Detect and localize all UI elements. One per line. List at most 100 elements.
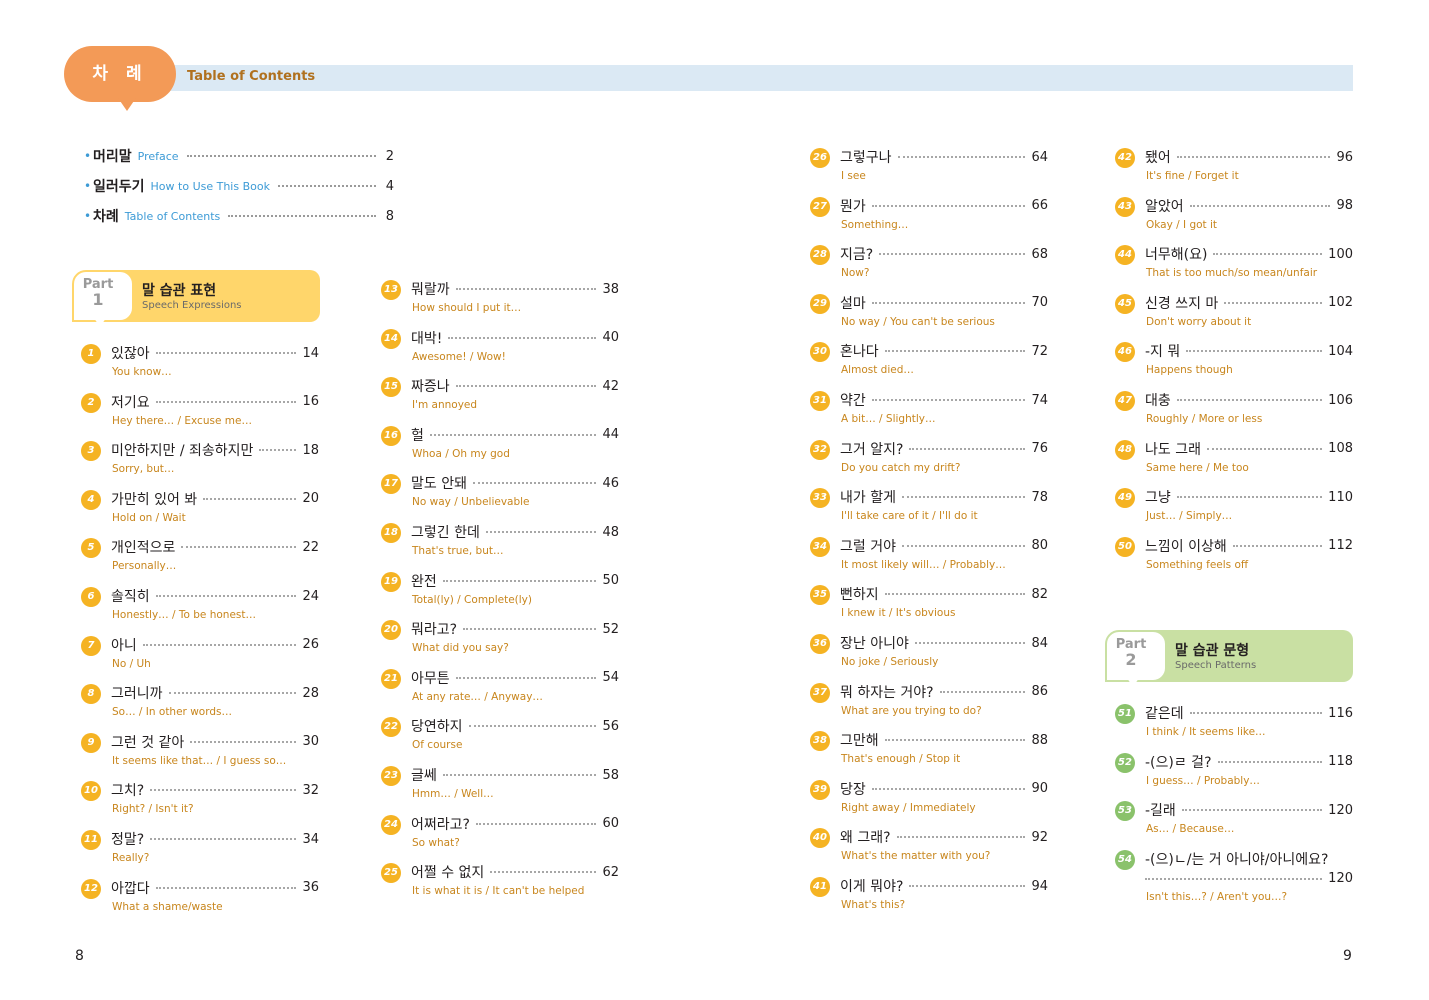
entry-korean: 그럴 거야 [840,538,896,555]
part2-tab-tail [1127,678,1139,687]
leader-dots [429,433,597,436]
entry-page: 54 [602,670,619,686]
entry-page: 56 [602,718,619,734]
toc-entry[interactable]: 2 저기요 16 Hey there… / Excuse me… [81,391,319,435]
toc-entry[interactable]: 47 대충 106 Roughly / More or less [1115,389,1353,433]
toc-entry[interactable]: 48 나도 그래 108 Same here / Me too [1115,438,1353,482]
part1-tab-tail [94,318,106,327]
entry-english: Something… [841,218,909,231]
toc-entry[interactable]: 1 있잖아 14 You know… [81,342,319,386]
entry-page: 48 [602,524,619,540]
toc-entry[interactable]: 29 설마 70 No way / You can't be serious [810,292,1048,336]
toc-entry[interactable]: 16 헐 44 Whoa / Oh my god [381,424,619,468]
toc-entry[interactable]: 39 당장 90 Right away / Immediately [810,778,1048,822]
toc-entry[interactable]: 23 글쎄 58 Hmm… / Well… [381,764,619,808]
entry-english: Of course [412,739,463,752]
entry-number-badge: 26 [810,148,830,168]
toc-entry[interactable]: 21 아무튼 54 At any rate… / Anyway… [381,667,619,711]
entry-number-badge: 5 [81,538,101,559]
entry-number-badge: 43 [1115,196,1135,217]
toc-entry[interactable]: 42 됐어 96 It's fine / Forget it [1115,146,1353,190]
toc-entry[interactable]: 4 가만히 있어 봐 20 Hold on / Wait [81,488,319,532]
toc-entry[interactable]: 15 짜증나 42 I'm annoyed [381,375,619,419]
toc-entry[interactable]: 37 뭐 하자는 거야? 86 What are you trying to do? [810,681,1048,725]
front-item-preface[interactable]: • 머리말 Preface 2 [84,146,394,166]
entry-page: 20 [302,491,319,507]
toc-entry[interactable]: 53 -길래 120 As… / Because… [1115,799,1353,843]
toc-entry[interactable]: 30 혼나다 72 Almost died… [810,340,1048,384]
entry-number-badge: 17 [381,474,401,495]
entry-page: 74 [1031,392,1048,408]
toc-entry[interactable]: 28 지금? 68 Now? [810,243,1048,287]
toc-entry[interactable]: 12 아깝다 36 What a shame/waste [81,877,319,921]
toc-entry[interactable]: 7 아니 26 No / Uh [81,634,319,678]
toc-entry[interactable]: 9 그런 것 같아 30 It seems like that… / I guess … [81,731,319,775]
entry-page: 58 [602,767,619,783]
front-item-toc[interactable]: • 차례 Table of Contents 8 [84,206,394,226]
toc-entry[interactable]: 32 그거 알지? 76 Do you catch my drift? [810,438,1048,482]
toc-entry[interactable]: 27 뭔가 66 Something… [810,195,1048,239]
entry-number-badge: 29 [810,293,830,314]
toc-entry[interactable]: 40 왜 그래? 92 What's the matter with you? [810,826,1048,870]
toc-entry[interactable]: 50 느낌이 이상해 112 Something feels off [1115,535,1353,579]
toc-entry[interactable]: 11 정말? 34 Really? [81,828,319,872]
toc-entry[interactable]: 19 완전 50 Total(ly) / Complete(ly) [381,570,619,614]
toc-entry[interactable]: 22 당연하지 56 Of course [381,715,619,759]
entry-page: 40 [602,330,619,346]
entry-english: Hmm… / Well… [412,788,494,800]
entry-number-badge: 42 [1115,148,1135,168]
leader-dots [871,301,1026,304]
toc-entry[interactable]: 6 솔직히 24 Honestly… / To be honest… [81,585,319,629]
toc-entry[interactable]: 24 어쩌라고? 60 So what? [381,813,619,857]
leader-dots [1232,544,1323,547]
entry-korean: 있잖아 [111,346,150,362]
toc-entry[interactable]: 5 개인적으로 22 Personally… [81,536,319,580]
leader-dots [939,690,1026,693]
toc-entry[interactable]: 38 그만해 88 That's enough / Stop it [810,729,1048,773]
toc-entry[interactable]: 36 장난 아니야 84 No joke / Seriously [810,632,1048,676]
entry-page: 24 [302,588,319,604]
entry-number-badge: 20 [381,620,401,641]
toc-entry[interactable]: 54 -(으)ㄴ/는 거 아니야/아니에요? 120 Isn't this…? / A… [1115,848,1353,908]
leader-dots [203,497,297,500]
leader-dots [259,449,297,452]
toc-entry[interactable]: 25 어쩔 수 없지 62 It is what it is / It can't b… [381,861,619,905]
leader-dots [155,886,297,889]
toc-entry[interactable]: 41 이게 뭐야? 94 What's this? [810,875,1048,919]
leader-dots [155,400,297,403]
toc-entry[interactable]: 20 뭐라고? 52 What did you say? [381,618,619,662]
toc-entry[interactable]: 44 너무해(요) 100 That is too much/so mean/unfa… [1115,243,1353,287]
toc-entry[interactable]: 45 신경 쓰지 마 102 Don't worry about it [1115,292,1353,336]
toc-entry[interactable]: 34 그럴 거야 80 It most likely will… / Probably… [810,535,1048,579]
toc-entry[interactable]: 26 그렇구나 64 I see [810,146,1048,190]
leader-dots [1181,809,1323,812]
toc-entry[interactable]: 51 같은데 116 I think / It seems like… [1115,702,1353,746]
toc-entry[interactable]: 3 미안하지만 / 죄송하지만 18 Sorry, but… [81,439,319,483]
entry-number-badge: 49 [1115,488,1135,509]
toc-entry[interactable]: 17 말도 안돼 46 No way / Unbelievable [381,472,619,516]
toc-entry[interactable]: 35 뻔하지 82 I knew it / It's obvious [810,583,1048,627]
toc-entry[interactable]: 31 약간 74 A bit… / Slightly… [810,389,1048,433]
front-item-how-to-use[interactable]: • 일러두기 How to Use This Book 4 [84,176,394,196]
entry-page: 36 [302,880,319,896]
leader-dots [871,204,1026,207]
toc-entry[interactable]: 46 -지 뭐 104 Happens though [1115,340,1353,384]
leader-dots [1145,877,1323,880]
entry-english: Happens though [1146,364,1233,377]
entry-korean: 글쎄 [411,768,437,784]
toc-entry[interactable]: 8 그러니까 28 So… / In other words… [81,682,319,726]
toc-entry[interactable]: 10 그치? 32 Right? / Isn't it? [81,779,319,823]
toc-entry[interactable]: 13 뭐랄까 38 How should I put it… [381,278,619,322]
leader-dots [181,546,297,549]
entry-number-badge: 8 [81,684,101,705]
toc-entry[interactable]: 18 그렇긴 한데 48 That's true, but… [381,521,619,565]
toc-entry[interactable]: 33 내가 할게 78 I'll take care of it / I'll do … [810,486,1048,530]
header-title: Table of Contents [187,69,316,84]
bullet-icon: • [84,209,92,223]
toc-entry[interactable]: 52 -(으)ㄹ 걸? 118 I guess… / Probably… [1115,751,1353,795]
toc-entry[interactable]: 49 그냥 110 Just… / Simply… [1115,486,1353,530]
entry-english: That is too much/so mean/unfair [1146,267,1318,280]
toc-entry[interactable]: 43 알았어 98 Okay / I got it [1115,195,1353,239]
entry-page: 108 [1328,441,1353,457]
toc-entry[interactable]: 14 대박! 40 Awesome! / Wow! [381,327,619,371]
